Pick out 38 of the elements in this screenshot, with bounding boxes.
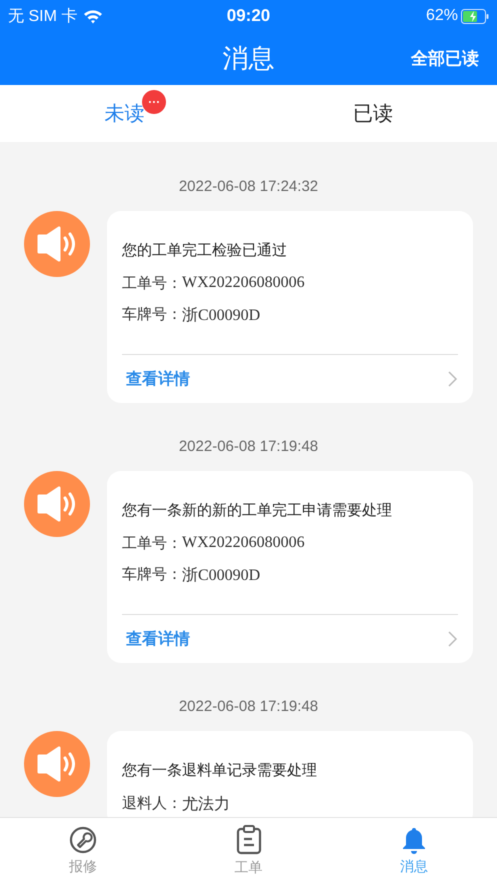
field-label: 车牌号： xyxy=(122,305,182,325)
clipboard-icon xyxy=(236,824,262,854)
message-title: 您有一条退料单记录需要处理 xyxy=(122,762,317,779)
battery-icon xyxy=(461,8,489,24)
wifi-icon xyxy=(83,8,104,24)
carrier-text: 无 SIM 卡 xyxy=(8,6,78,26)
field-label: 车牌号： xyxy=(122,565,182,585)
tab-bar-item[interactable]: 工单 xyxy=(166,818,332,883)
speaker-icon xyxy=(37,746,77,782)
page-title: 消息 xyxy=(222,42,274,75)
message-title: 您有一条新的新的工单完工申请需要处理 xyxy=(122,502,392,519)
tab[interactable]: 未读 xyxy=(104,96,144,131)
clock-time: 09:20 xyxy=(226,6,270,25)
chevron-icon xyxy=(448,631,458,647)
message-time: 2022-06-08 17:24:32 xyxy=(178,178,318,195)
field-label: 工单号： xyxy=(122,534,182,553)
count-badge: ··· xyxy=(142,90,166,114)
tab[interactable]: 已读 xyxy=(352,96,393,131)
message-time: 2022-06-08 17:19:48 xyxy=(178,438,318,455)
field-label: 工单号： xyxy=(122,274,182,293)
speaker-icon xyxy=(37,486,77,522)
bell-icon xyxy=(401,826,428,854)
field-value: 尤法力 xyxy=(182,794,230,815)
battery-percent: 62% xyxy=(426,7,458,25)
field-value: WX202206080006 xyxy=(182,274,305,293)
message-title: 您的工单完工检验已通过 xyxy=(122,242,287,259)
field-value: 浙C00090D xyxy=(182,566,260,586)
view-details-link[interactable]: 查看详情 xyxy=(122,628,190,650)
field-value: WX202206080006 xyxy=(182,534,305,553)
view-details-link[interactable]: 查看详情 xyxy=(122,368,190,390)
mark-all-read-button[interactable]: 全部已读 xyxy=(411,47,479,70)
message-time: 2022-06-08 17:19:48 xyxy=(178,698,318,715)
tab-bar-item[interactable]: 消息 xyxy=(331,818,497,883)
field-label: 退料人： xyxy=(122,794,182,814)
chevron-icon xyxy=(448,371,458,387)
tab-bar-item[interactable]: 报修 xyxy=(0,818,166,883)
speaker-icon xyxy=(37,226,77,262)
field-value: 浙C00090D xyxy=(182,306,260,326)
